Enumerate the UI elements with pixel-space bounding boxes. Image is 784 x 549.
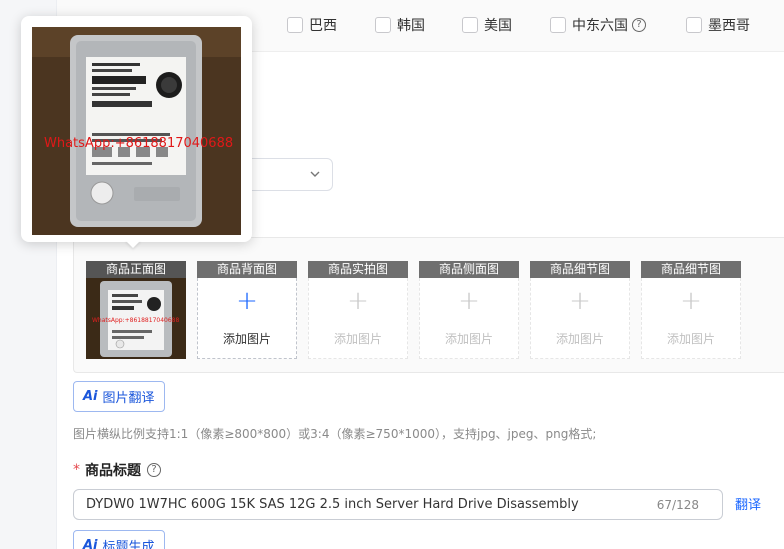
plus-icon: +	[347, 286, 369, 316]
image-slot-detail-1[interactable]: 商品细节图 + 添加图片	[530, 261, 630, 359]
plus-icon: +	[458, 286, 480, 316]
help-icon[interactable]: ?	[147, 463, 161, 477]
slot-title: 商品侧面图	[419, 261, 519, 278]
image-slot-front[interactable]: 商品正面图 WhatsApp:+8618817040688	[86, 261, 186, 359]
image-preview-popover: WhatsApp:+8618817040688	[21, 16, 252, 242]
label-text: 商品标题	[85, 463, 141, 479]
product-title-input[interactable]: DYDW0 1W7HC 600G 15K SAS 12G 2.5 inch Se…	[73, 489, 723, 520]
ai-icon: Ai	[83, 538, 98, 549]
image-translate-button[interactable]: Ai 图片翻译	[73, 381, 165, 412]
checkbox[interactable]	[550, 17, 566, 33]
image-slot-detail-2[interactable]: 商品细节图 + 添加图片	[641, 261, 741, 359]
country-option-brazil[interactable]: 巴西	[287, 15, 337, 35]
country-label: 韩国	[397, 18, 425, 34]
upload-area[interactable]: + 添加图片	[641, 278, 741, 359]
country-label: 墨西哥	[708, 18, 750, 34]
chevron-down-icon	[310, 171, 320, 177]
image-format-hint: 图片横纵比例支持1:1（像素≥800*800）或3:4（像素≥750*1000）…	[73, 427, 597, 441]
ai-icon: Ai	[83, 389, 98, 404]
checkbox[interactable]	[686, 17, 702, 33]
country-label: 美国	[484, 18, 512, 34]
title-field-label: * 商品标题 ?	[73, 460, 161, 480]
checkbox[interactable]	[287, 17, 303, 33]
image-slot-back[interactable]: 商品背面图 + 添加图片	[197, 261, 297, 359]
add-image-label: 添加图片	[444, 332, 493, 346]
hard-drive-preview-image: WhatsApp:+8618817040688	[32, 27, 241, 235]
upload-area[interactable]: + 添加图片	[419, 278, 519, 359]
plus-icon: +	[569, 286, 591, 316]
country-option-mexico[interactable]: 墨西哥	[686, 15, 750, 35]
checkbox[interactable]	[462, 17, 478, 33]
watermark-text: WhatsApp:+8618817040688	[44, 136, 233, 151]
upload-area[interactable]: + 添加图片	[197, 278, 297, 359]
button-label: 标题生成	[102, 540, 155, 549]
help-icon[interactable]: ?	[632, 18, 646, 32]
add-image-label: 添加图片	[222, 332, 271, 346]
product-thumbnail[interactable]: WhatsApp:+8618817040688	[86, 278, 186, 359]
plus-icon: +	[236, 286, 258, 316]
translate-link[interactable]: 翻译	[735, 494, 761, 513]
character-counter: 67/128	[656, 498, 699, 512]
slot-title: 商品背面图	[197, 261, 297, 278]
slot-title: 商品细节图	[641, 261, 741, 278]
preview-image: WhatsApp:+8618817040688	[32, 27, 241, 235]
country-option-middle-east[interactable]: 中东六国 ?	[550, 15, 646, 35]
add-image-label: 添加图片	[555, 332, 604, 346]
add-image-label: 添加图片	[666, 332, 715, 346]
country-label: 中东六国	[572, 18, 628, 34]
upload-area[interactable]: + 添加图片	[308, 278, 408, 359]
watermark-text: WhatsApp:+8618817040688	[92, 317, 179, 324]
button-label: 图片翻译	[102, 391, 155, 406]
country-option-usa[interactable]: 美国	[462, 15, 512, 35]
title-generate-button[interactable]: Ai 标题生成	[73, 530, 165, 549]
country-label: 巴西	[309, 18, 337, 34]
slot-title: 商品细节图	[530, 261, 630, 278]
slot-title: 商品正面图	[86, 261, 186, 278]
image-slot-real-shot[interactable]: 商品实拍图 + 添加图片	[308, 261, 408, 359]
checkbox[interactable]	[375, 17, 391, 33]
hard-drive-thumbnail-image: WhatsApp:+8618817040688	[86, 278, 186, 359]
upload-area[interactable]: + 添加图片	[530, 278, 630, 359]
plus-icon: +	[680, 286, 702, 316]
title-input-value[interactable]: DYDW0 1W7HC 600G 15K SAS 12G 2.5 inch Se…	[86, 497, 579, 512]
country-option-korea[interactable]: 韩国	[375, 15, 425, 35]
required-asterisk: *	[73, 462, 80, 478]
image-slot-side[interactable]: 商品侧面图 + 添加图片	[419, 261, 519, 359]
slot-title: 商品实拍图	[308, 261, 408, 278]
add-image-label: 添加图片	[333, 332, 382, 346]
popover-arrow	[125, 240, 141, 248]
